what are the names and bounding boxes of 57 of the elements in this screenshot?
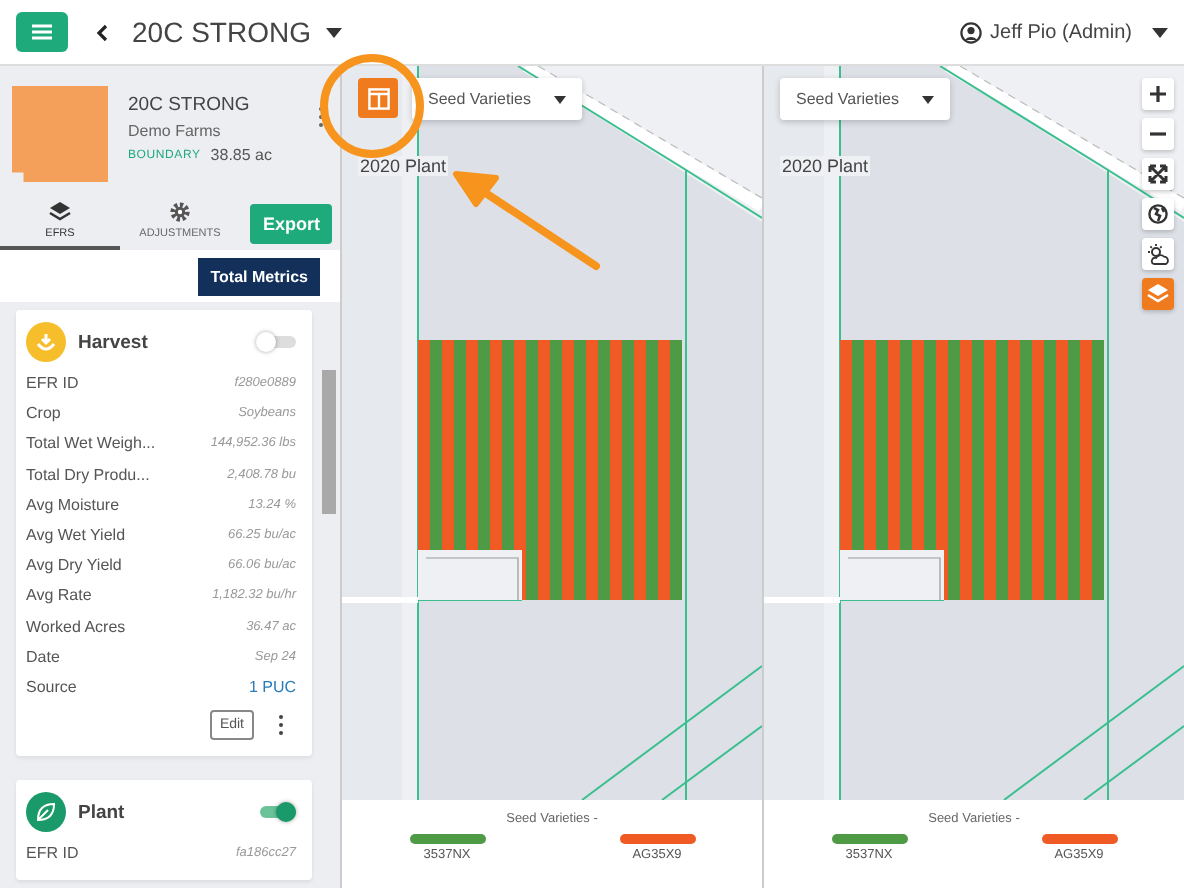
total-metrics-button[interactable]: Total Metrics xyxy=(198,258,320,296)
plus-icon xyxy=(1150,86,1166,102)
menu-button[interactable] xyxy=(16,12,68,52)
metric-label: Source xyxy=(26,677,77,696)
globe-button[interactable] xyxy=(1142,198,1174,230)
more-icon[interactable] xyxy=(318,106,324,128)
field-shape-thumbnail xyxy=(12,86,108,182)
zoom-in-button[interactable] xyxy=(1142,78,1174,110)
globe-icon xyxy=(1148,204,1168,224)
columns-icon xyxy=(367,87,389,109)
metric-label: Avg Moisture xyxy=(26,495,120,514)
layer-label: 2020 Plant xyxy=(358,156,449,176)
user-name[interactable]: Jeff Pio (Admin) xyxy=(990,21,1132,43)
field-area: 38.85 ac xyxy=(210,146,272,164)
fullscreen-button[interactable] xyxy=(1142,158,1174,190)
caret-icon xyxy=(922,95,935,103)
metric-label: Avg Rate xyxy=(26,586,92,605)
harvest-icon xyxy=(26,322,66,362)
field-name: 20C STRONG xyxy=(128,94,252,116)
weather-button[interactable] xyxy=(1142,238,1174,270)
menu-icon xyxy=(32,24,52,40)
metric-label: Total Wet Weigh... xyxy=(26,434,156,453)
card-title: Harvest xyxy=(78,331,148,353)
caret-icon[interactable] xyxy=(326,27,343,37)
metric-label: Avg Dry Yield xyxy=(26,556,122,575)
leaf-icon xyxy=(26,792,66,833)
caret-icon[interactable] xyxy=(1152,27,1168,37)
source-link[interactable]: 1 PUC xyxy=(248,677,296,696)
layer-label: 2020 Plant xyxy=(780,156,871,176)
toggle-switch[interactable] xyxy=(256,802,296,823)
annotation-circle xyxy=(320,54,424,158)
layer-dropdown[interactable]: Seed Varieties xyxy=(412,78,583,120)
farm-name: Demo Farms xyxy=(128,122,223,140)
field-title[interactable]: 20C STRONG xyxy=(132,16,311,48)
more-icon[interactable] xyxy=(278,714,284,737)
layers-icon xyxy=(1146,282,1170,306)
metric-label: EFR ID xyxy=(26,844,79,863)
metric-label: Total Dry Produ... xyxy=(26,465,150,484)
zoom-out-button[interactable] xyxy=(1142,118,1174,150)
metric-label: Worked Acres xyxy=(26,617,126,636)
scrollbar-thumb[interactable] xyxy=(322,370,336,514)
expand-icon xyxy=(1148,164,1168,184)
caret-icon xyxy=(554,95,567,103)
card-title: Plant xyxy=(78,801,125,824)
metric-label: Crop xyxy=(26,404,61,423)
toggle-switch[interactable] xyxy=(256,332,296,352)
back-icon[interactable] xyxy=(96,23,108,41)
gear-icon xyxy=(168,200,192,224)
metric-label: Avg Wet Yield xyxy=(26,526,126,545)
layer-dropdown[interactable]: Seed Varieties xyxy=(780,78,951,120)
split-view-button[interactable] xyxy=(358,78,398,118)
metric-label: EFR ID xyxy=(26,374,79,393)
minus-icon xyxy=(1150,132,1166,136)
layers-icon xyxy=(48,200,72,224)
user-icon xyxy=(960,21,983,43)
sun-cloud-icon xyxy=(1147,243,1169,265)
metric-label: Date xyxy=(26,647,60,666)
